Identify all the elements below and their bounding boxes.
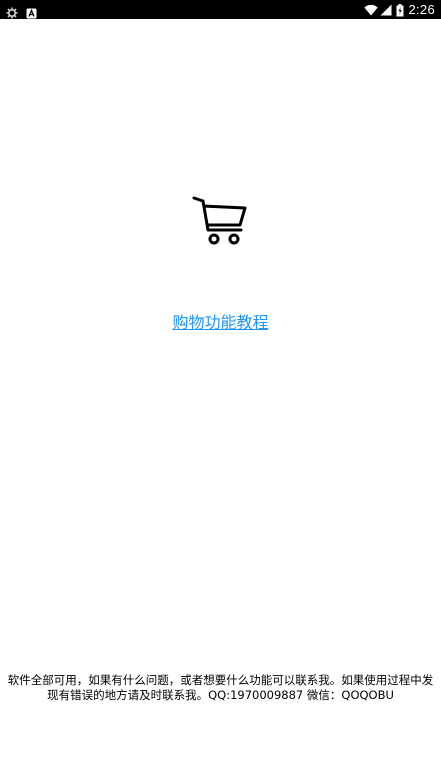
- status-time: 2:26: [408, 2, 435, 17]
- shopping-tutorial-link[interactable]: 购物功能教程: [0, 309, 441, 333]
- status-left-icons: [6, 4, 38, 18]
- notification-a-icon: [26, 4, 38, 18]
- main-content: 购物功能教程 软件全部可用，如果有什么问题，或者想要什么功能可以联系我。如果使用…: [0, 19, 441, 780]
- status-right-icons: 2:26: [364, 2, 435, 17]
- shopping-cart-icon: [190, 192, 250, 250]
- settings-gear-icon: [6, 4, 18, 18]
- status-bar: 2:26: [0, 0, 441, 19]
- contact-note: 软件全部可用，如果有什么问题，或者想要什么功能可以联系我。如果使用过程中发现有错…: [7, 673, 434, 702]
- wifi-icon: [364, 4, 379, 16]
- battery-icon: [396, 3, 404, 16]
- signal-icon: [380, 4, 392, 16]
